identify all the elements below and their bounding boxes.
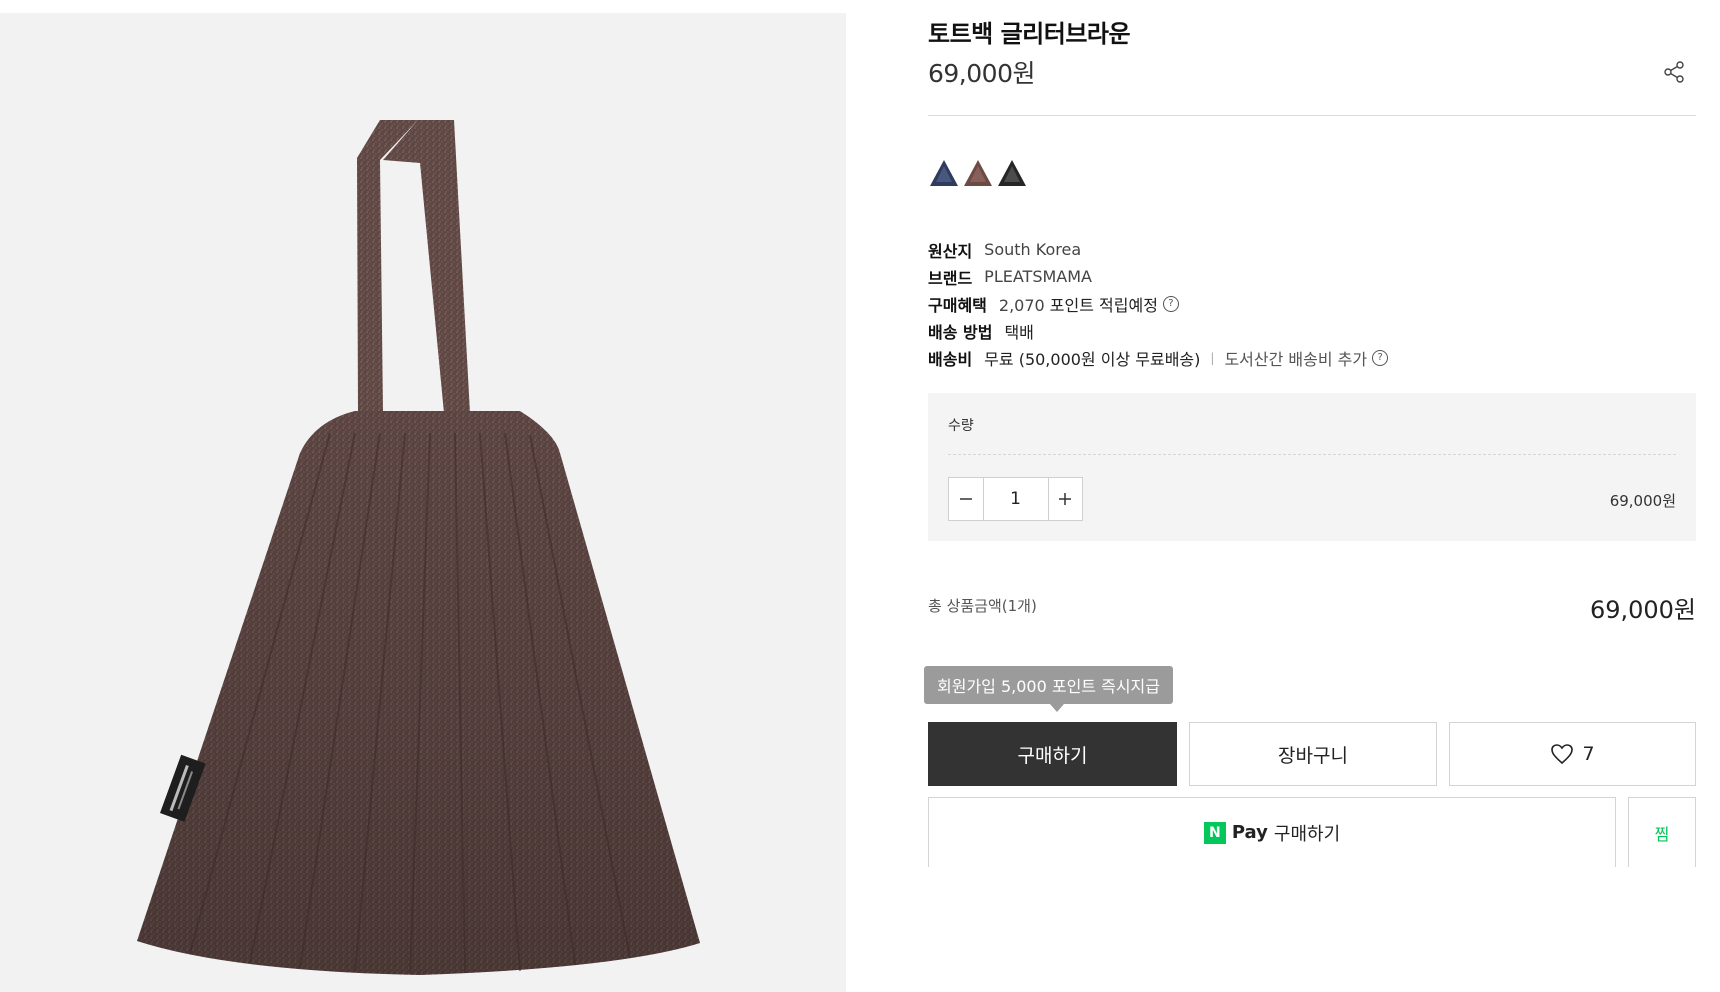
spec-key: 배송비 [928, 349, 973, 369]
benefit-points: 2,070 [998, 295, 1045, 315]
product-title: 토트백 글리터브라운 [928, 20, 1131, 48]
spec-delivery-method: 배송 방법 택배 [928, 317, 1388, 344]
naver-pay-buy-button[interactable]: N Pay 구매하기 [928, 797, 1616, 867]
line-price: 69,000원 [1609, 492, 1676, 510]
quantity-label: 수량 [948, 418, 974, 434]
question-circle-icon[interactable]: ? [1372, 349, 1389, 366]
tooltip-arrow [1050, 704, 1064, 712]
product-info-panel: 토트백 글리터브라운 69,000원 원산지 South Korea 브랜드 P… [924, 0, 1696, 986]
swatch-glitter-black[interactable] [996, 158, 1028, 188]
plus-icon[interactable] [1047, 478, 1083, 520]
npay-buy-label: 구매하기 [1273, 823, 1341, 845]
cart-button[interactable]: 장바구니 [1189, 722, 1437, 786]
color-swatches [928, 158, 1028, 188]
swatch-glitter-blue[interactable] [928, 158, 960, 188]
spec-value: South Korea [984, 240, 1082, 259]
product-image-area [0, 13, 846, 992]
quantity-stepper [948, 477, 1083, 521]
minus-icon[interactable] [949, 478, 984, 520]
spec-benefit: 구매혜택 2,070 포인트 적립예정 ? [928, 290, 1388, 317]
spec-value: 택배 [1004, 322, 1034, 342]
spec-value: PLEATSMAMA [984, 267, 1092, 286]
npay-pay-label: Pay [1231, 822, 1268, 843]
remote-area-fee: 도서산간 배송비 추가 [1224, 349, 1368, 369]
buy-button[interactable]: 구매하기 [928, 722, 1177, 786]
spec-brand: 브랜드 PLEATSMAMA [928, 263, 1388, 290]
spec-shipping-fee: 배송비 무료 (50,000원 이상 무료배송) | 도서산간 배송비 추가 ? [928, 344, 1389, 371]
share-icon[interactable] [1662, 60, 1686, 84]
question-circle-icon[interactable]: ? [1162, 295, 1179, 312]
swatch-glitter-brown[interactable] [962, 158, 994, 188]
spec-value: 무료 (50,000원 이상 무료배송) [984, 349, 1201, 369]
divider [928, 115, 1696, 116]
benefit-text: 포인트 적립예정 [1049, 295, 1158, 315]
spec-key: 원산지 [928, 241, 973, 261]
product-price: 69,000원 [928, 59, 1035, 88]
dashed-divider [948, 454, 1676, 455]
naver-n-icon: N [1203, 821, 1226, 844]
separator: | [1210, 350, 1215, 365]
naver-zzim-button[interactable]: 찜 [1628, 797, 1696, 867]
spec-key: 브랜드 [928, 268, 973, 288]
quantity-box: 수량 69,000원 [928, 393, 1696, 541]
product-image [137, 120, 700, 975]
spec-origin: 원산지 South Korea [928, 236, 1388, 263]
spec-key: 구매혜택 [928, 295, 987, 315]
wishlist-button[interactable]: 7 [1449, 722, 1696, 786]
quantity-input[interactable] [983, 478, 1048, 520]
total-price: 69,000원 [1589, 596, 1696, 624]
product-specs: 원산지 South Korea 브랜드 PLEATSMAMA 구매혜택 2,07… [928, 236, 1389, 371]
spec-key: 배송 방법 [928, 322, 993, 342]
heart-icon [1551, 744, 1574, 765]
signup-tooltip: 회원가입 5,000 포인트 즉시지급 [924, 666, 1173, 704]
wish-count: 7 [1582, 743, 1595, 765]
spec-value: 2,070 포인트 적립예정 [999, 292, 1158, 316]
total-label: 총 상품금액(1개) [928, 597, 1037, 615]
